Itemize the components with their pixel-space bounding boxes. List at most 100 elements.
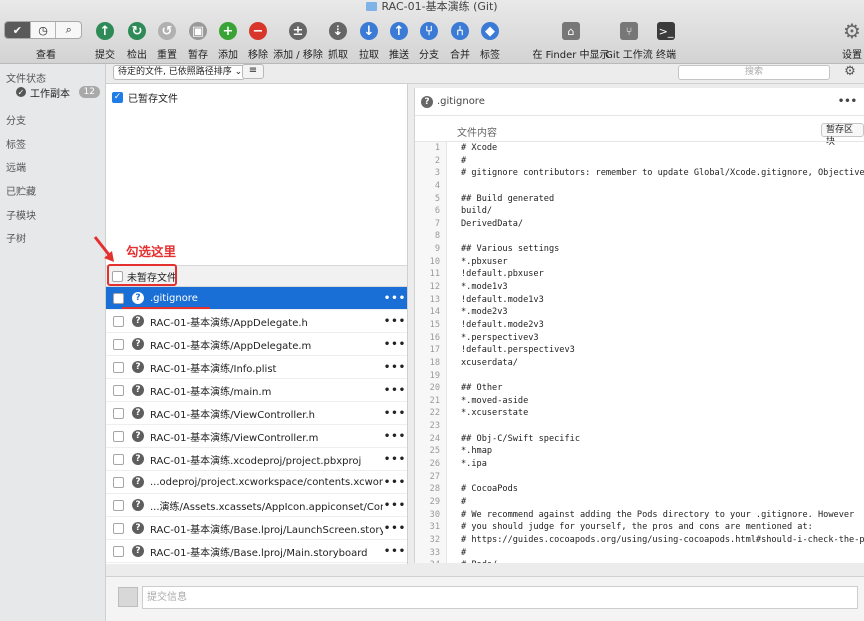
remove-icon[interactable]: − <box>246 18 270 44</box>
list-view-icon[interactable]: ≡ <box>242 64 264 79</box>
file-checkbox[interactable] <box>113 545 124 557</box>
toolbar-button-label[interactable]: 合并 <box>450 46 470 61</box>
toolbar-button-label[interactable]: 抓取 <box>328 46 348 61</box>
sidebar-header-subtrees[interactable]: 子树 <box>6 230 26 245</box>
line-number: 3 <box>415 167 447 180</box>
staged-checkbox[interactable]: ✓ <box>112 92 123 103</box>
file-checkbox[interactable] <box>113 384 124 396</box>
file-checkbox[interactable] <box>113 292 124 304</box>
toolbar-button-label[interactable]: 检出 <box>127 46 147 61</box>
file-row[interactable]: ? ...odeproj/project.xcworkspace/contents… <box>106 471 407 494</box>
sidebar-header-remotes[interactable]: 远端 <box>6 159 26 174</box>
line-number: 6 <box>415 205 447 218</box>
terminal-button[interactable]: 终端 <box>656 46 676 61</box>
line-text: build/ <box>461 206 493 217</box>
code-line: 30 # We recommend against adding the Pods… <box>415 508 864 522</box>
toolbar-button-label[interactable]: 标签 <box>480 46 500 61</box>
sort-select[interactable]: 待定的文件, 已依照路径排序 ⌄ <box>113 65 245 80</box>
file-checkbox[interactable] <box>113 476 124 488</box>
merge-icon[interactable]: ⑃ <box>448 18 472 44</box>
search-input[interactable]: 搜索 <box>678 65 830 80</box>
checkout-icon[interactable]: ↻ <box>125 18 149 44</box>
toolbar-button-label[interactable]: 分支 <box>419 46 439 61</box>
tag-icon[interactable]: ◆ <box>478 18 502 44</box>
more-options-icon[interactable]: ••• <box>383 293 407 304</box>
push-icon-glyph: ↑ <box>390 22 408 40</box>
commit-message-input[interactable]: 提交信息 <box>142 586 858 609</box>
file-row[interactable]: ? RAC-01-基本演练/ViewController.m ••• <box>106 425 407 448</box>
file-row[interactable]: ? RAC-01-基本演练/AppDelegate.h ••• <box>106 310 407 333</box>
more-options-icon[interactable]: ••• <box>383 408 407 419</box>
more-options-icon[interactable]: ••• <box>383 385 407 396</box>
file-checkbox[interactable] <box>113 407 124 419</box>
terminal-icon[interactable]: >_ <box>654 18 678 44</box>
checkout-icon-glyph: ↻ <box>128 22 146 40</box>
add-icon-glyph: + <box>219 22 237 40</box>
stash-icon[interactable]: ▣ <box>186 18 210 44</box>
stage-hunk-button[interactable]: 暂存区块 <box>821 123 864 147</box>
sidebar-item-working-copy[interactable]: ✓ 工作副本 12 <box>16 85 100 100</box>
file-checkbox[interactable] <box>113 315 124 327</box>
more-options-icon[interactable]: ••• <box>383 546 407 557</box>
view-search-icon[interactable]: ⌕ <box>56 22 81 38</box>
git-flow-button[interactable]: Git 工作流 <box>605 46 653 61</box>
more-options-icon[interactable]: ••• <box>838 96 857 107</box>
more-options-icon[interactable]: ••• <box>383 500 407 511</box>
file-checkbox[interactable] <box>113 522 124 534</box>
file-row[interactable]: ? ...演练/Assets.xcassets/AppIcon.appiconse… <box>106 494 407 517</box>
view-history-icon[interactable]: ◷ <box>31 22 57 38</box>
sidebar-header-branches[interactable]: 分支 <box>6 112 26 127</box>
toolbar-button-label[interactable]: 提交 <box>95 46 115 61</box>
file-checkbox[interactable] <box>113 361 124 373</box>
file-row[interactable]: ? RAC-01-基本演练/ViewController.h ••• <box>106 402 407 425</box>
line-text: ## Build generated <box>461 193 555 204</box>
more-options-icon[interactable]: ••• <box>383 339 407 350</box>
git-flow-icon[interactable]: ⑂ <box>617 18 641 44</box>
toolbar-button-label[interactable]: 暂存 <box>188 46 208 61</box>
view-file-status-icon[interactable]: ✔ <box>5 22 31 38</box>
more-options-icon[interactable]: ••• <box>383 316 407 327</box>
show-in-finder-button[interactable]: 在 Finder 中显示 <box>532 46 609 61</box>
more-options-icon[interactable]: ••• <box>383 523 407 534</box>
toolbar-button-label[interactable]: 添加 <box>218 46 238 61</box>
branch-icon[interactable]: ⑂ <box>417 18 441 44</box>
more-options-icon[interactable]: ••• <box>383 431 407 442</box>
staged-header[interactable]: ✓ 已暂存文件 <box>112 90 178 105</box>
sidebar-header-tags[interactable]: 标签 <box>6 136 26 151</box>
file-checkbox[interactable] <box>113 338 124 350</box>
file-row[interactable]: ? RAC-01-基本演练/main.m ••• <box>106 379 407 402</box>
settings-button[interactable]: 设置 <box>842 46 862 61</box>
toolbar-button-label[interactable]: 添加 / 移除 <box>273 46 323 61</box>
file-checkbox[interactable] <box>113 430 124 442</box>
file-row[interactable]: ? RAC-01-基本演练/Info.plist ••• <box>106 356 407 379</box>
sidebar-header-stashes[interactable]: 已贮藏 <box>6 183 36 198</box>
more-options-icon[interactable]: ••• <box>383 477 407 488</box>
fetch-icon[interactable]: ⇣ <box>326 18 350 44</box>
line-text <box>447 370 461 383</box>
add-icon[interactable]: + <box>216 18 240 44</box>
file-checkbox[interactable] <box>113 453 124 465</box>
more-options-icon[interactable]: ••• <box>383 362 407 373</box>
push-icon[interactable]: ↑ <box>387 18 411 44</box>
view-segmented-control[interactable]: ✔ ◷ ⌕ <box>4 21 82 39</box>
gear-icon[interactable]: ⚙ <box>840 18 864 44</box>
more-options-icon[interactable]: ••• <box>383 454 407 465</box>
file-checkbox[interactable] <box>113 499 124 511</box>
toolbar-button-label[interactable]: 拉取 <box>359 46 379 61</box>
reset-icon[interactable]: ↺ <box>155 18 179 44</box>
file-row[interactable]: ? RAC-01-基本演练/Base.lproj/Main.storyboard •… <box>106 540 407 563</box>
options-gear-icon[interactable]: ⚙ <box>838 64 862 80</box>
pull-icon[interactable]: ↓ <box>357 18 381 44</box>
toolbar-button-label[interactable]: 重置 <box>157 46 177 61</box>
toolbar-button-label[interactable]: 推送 <box>389 46 409 61</box>
line-text: !default.mode1v3 <box>461 294 544 305</box>
file-row[interactable]: ? RAC-01-基本演练/Base.lproj/LaunchScreen.sto… <box>106 517 407 540</box>
toolbar-button-label[interactable]: 移除 <box>248 46 268 61</box>
finder-icon[interactable]: ⌂ <box>559 18 583 44</box>
sidebar-header-file-status[interactable]: 文件状态 <box>6 70 46 85</box>
add-remove-icon[interactable]: ± <box>286 18 310 44</box>
file-row[interactable]: ? RAC-01-基本演练/AppDelegate.m ••• <box>106 333 407 356</box>
commit-icon[interactable]: ↑ <box>93 18 117 44</box>
sidebar-header-submodules[interactable]: 子模块 <box>6 207 36 222</box>
file-row[interactable]: ? RAC-01-基本演练.xcodeproj/project.pbxproj ••… <box>106 448 407 471</box>
